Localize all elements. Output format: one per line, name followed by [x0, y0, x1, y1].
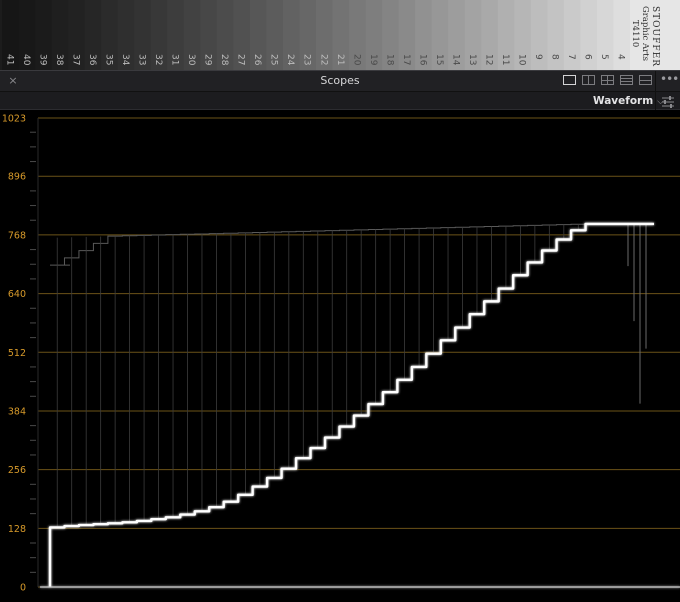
y-tick-label: 512: [8, 348, 26, 359]
step-number-label: 14: [450, 54, 460, 66]
chart-label-line-3: T4110: [630, 20, 640, 47]
step-number-label: 39: [37, 54, 47, 66]
step-number-label: 34: [120, 54, 130, 66]
scope-settings-icon[interactable]: [660, 94, 676, 108]
scopes-panel-header: × Scopes •••: [0, 70, 680, 92]
step-number-label: 25: [269, 54, 279, 65]
chart-label-line-1: STOUFFER: [650, 6, 660, 67]
close-panel-button[interactable]: ×: [6, 73, 20, 89]
step-number-label: 16: [417, 54, 427, 66]
step-number-label: 13: [467, 54, 477, 65]
step-number-label: 4: [616, 54, 626, 60]
step-number-label: 38: [54, 54, 64, 66]
step-number-label: 31: [170, 54, 180, 65]
step-number-label: 22: [318, 54, 328, 65]
step-number-label: 36: [87, 54, 97, 66]
step-number-label: 21: [335, 54, 345, 65]
more-options-icon[interactable]: •••: [660, 72, 679, 88]
step-number-label: 24: [285, 54, 295, 66]
y-tick-label: 384: [8, 406, 26, 417]
step-number-label: 15: [434, 54, 444, 65]
step-number-label: 26: [252, 54, 262, 66]
y-tick-label: 768: [8, 230, 26, 241]
step-number-label: 5: [599, 54, 609, 60]
step-number-label: 28: [219, 54, 229, 66]
y-tick-label: 896: [8, 172, 26, 183]
step-number-label: 37: [70, 54, 80, 65]
step-number-label: 6: [583, 54, 593, 60]
step-wedge-labels: 41 40 39 38 37 36 35 34 33 32 31 30 29 28 27 26 25 24 23 22…: [4, 6, 660, 67]
step-number-label: 17: [401, 54, 411, 65]
step-number-label: 30: [186, 54, 196, 66]
step-number-label: 9: [533, 54, 543, 60]
chart-label-line-2: Graphic Arts: [640, 6, 650, 61]
step-number-label: 12: [484, 54, 494, 65]
layout-two-up-icon[interactable]: [582, 75, 595, 85]
y-tick-label: 256: [8, 465, 26, 476]
layout-quad-icon[interactable]: [601, 75, 614, 85]
step-number-label: 19: [368, 54, 378, 66]
layout-rows-icon[interactable]: [620, 75, 633, 85]
step-number-label: 8: [550, 54, 560, 60]
y-tick-label: 640: [8, 289, 26, 300]
y-tick-label: 1023: [2, 114, 26, 125]
waveform-trace: [48, 222, 654, 587]
scope-toolbar: Waveform ⌵: [0, 92, 680, 110]
layout-single-icon[interactable]: [563, 75, 576, 85]
toolbar-divider: [655, 92, 656, 110]
step-number-label: 40: [21, 54, 31, 66]
panel-title: Scopes: [320, 74, 360, 87]
y-tick-label: 0: [20, 583, 26, 594]
step-number-label: 18: [384, 54, 394, 66]
step-number-label: 27: [236, 54, 246, 65]
waveform-scope: 0 128 256 384 512 640 768 896 1023: [0, 110, 680, 602]
y-tick-label: 128: [8, 524, 26, 535]
step-number-label: 11: [500, 54, 510, 65]
scope-type-value: Waveform: [593, 95, 654, 107]
scope-type-dropdown[interactable]: Waveform ⌵: [593, 94, 664, 108]
step-number-label: 32: [153, 54, 163, 65]
step-number-label: 7: [566, 54, 576, 60]
step-number-label: 29: [203, 54, 213, 66]
header-divider: [655, 71, 656, 92]
highlight-ghost-trace: [50, 223, 600, 266]
waveform-plot: 0 128 256 384 512 640 768 896 1023: [2, 114, 680, 594]
step-number-label: 20: [351, 54, 361, 66]
step-number-label: 23: [302, 54, 312, 65]
viewer-step-wedge: 41 40 39 38 37 36 35 34 33 32 31 30 29 28 27 26 25 24 23 22…: [0, 0, 680, 70]
layout-stacked-icon[interactable]: [639, 75, 652, 85]
step-number-label: 10: [517, 54, 527, 66]
step-number-label: 33: [136, 54, 146, 65]
step-number-label: 41: [4, 54, 14, 65]
step-number-label: 35: [103, 54, 113, 65]
